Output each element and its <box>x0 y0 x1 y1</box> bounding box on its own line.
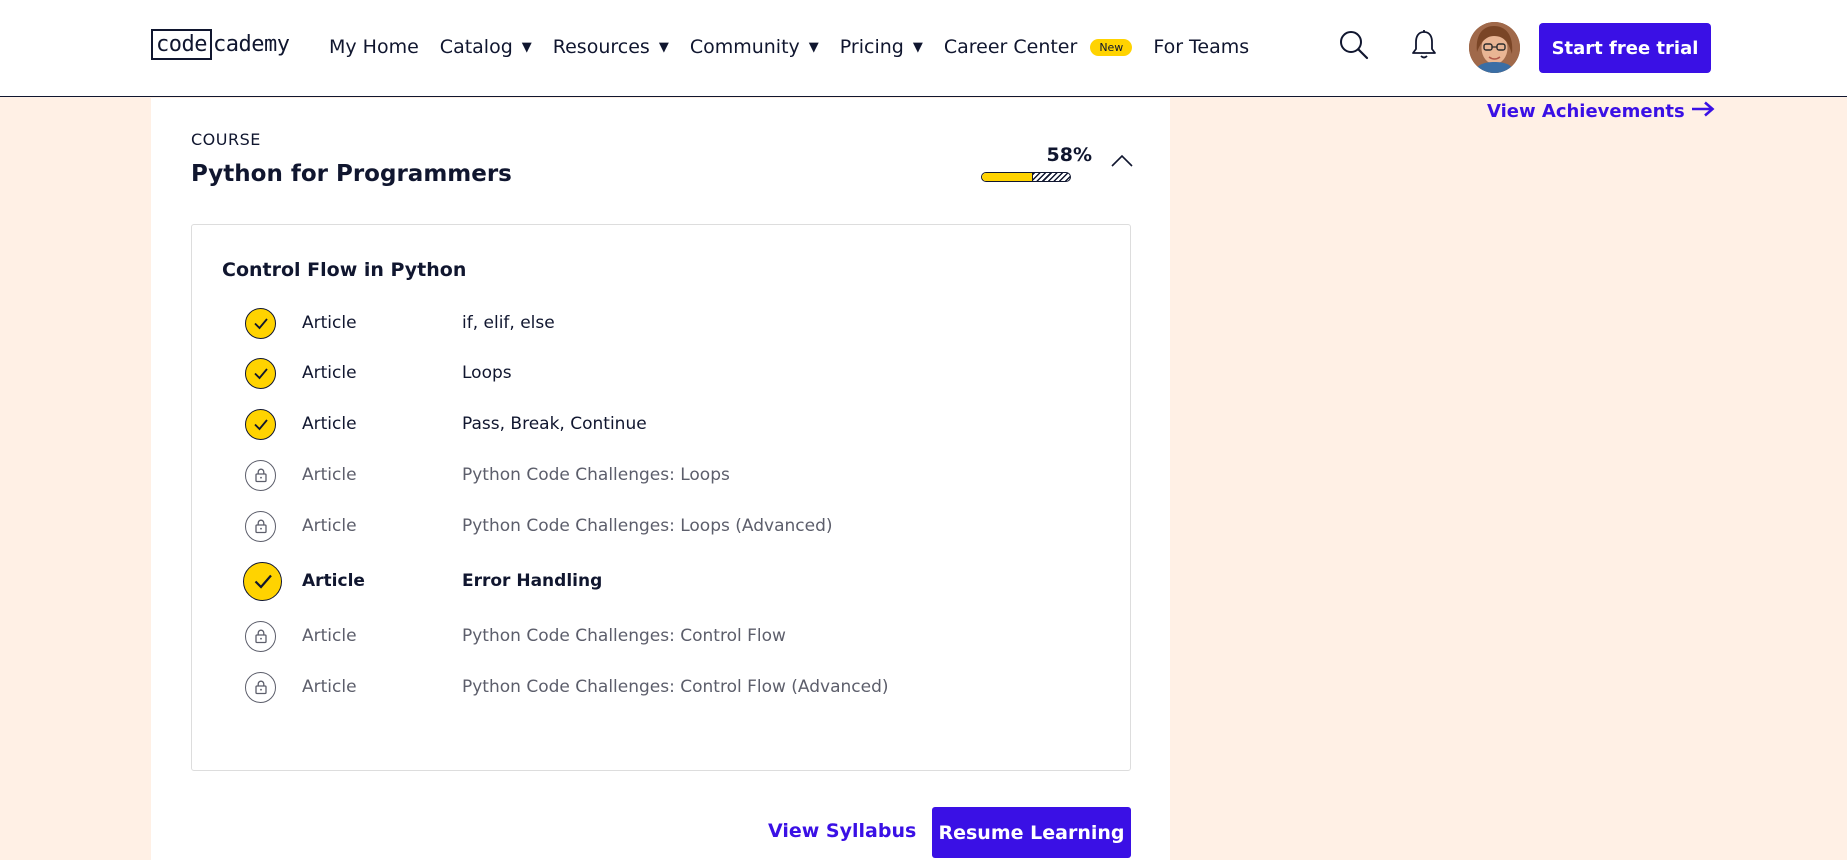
nav-career-center-label: Career Center <box>943 36 1078 58</box>
course-title: Python for Programmers <box>191 161 512 187</box>
lock-icon <box>245 459 276 491</box>
top-navbar: code cademy My Home Catalog ▼ Resources ▼… <box>0 0 1847 97</box>
view-achievements-link[interactable]: View Achievements <box>1487 101 1715 122</box>
lesson-name: Pass, Break, Continue <box>462 414 647 434</box>
caret-down-icon: ▼ <box>658 39 669 55</box>
check-icon <box>245 408 276 440</box>
nav-my-home[interactable]: My Home <box>329 36 419 58</box>
lesson-name: if, elif, else <box>462 313 555 333</box>
view-achievements-label: View Achievements <box>1487 101 1685 122</box>
lesson-name: Python Code Challenges: Loops <box>462 465 730 485</box>
nav-community[interactable]: Community ▼ <box>690 36 819 58</box>
arrow-right-icon <box>1691 101 1715 122</box>
nav-for-teams-label: For Teams <box>1153 36 1250 58</box>
resume-learning-button[interactable]: Resume Learning <box>932 807 1131 858</box>
lesson-name: Loops <box>462 363 512 383</box>
lesson-row-current[interactable]: Article Error Handling <box>192 561 1130 601</box>
lock-icon <box>245 671 276 703</box>
lesson-type: Article <box>302 465 357 485</box>
lesson-row[interactable]: Article Loops <box>192 356 1130 390</box>
lesson-name: Error Handling <box>462 571 603 591</box>
lesson-name: Python Code Challenges: Loops (Advanced) <box>462 516 833 536</box>
caret-down-icon: ▼ <box>912 39 923 55</box>
check-icon <box>243 561 282 601</box>
lesson-type: Article <box>302 626 357 646</box>
lesson-type: Article <box>302 571 365 591</box>
bell-icon[interactable] <box>1407 28 1441 62</box>
lesson-row[interactable]: Article if, elif, else <box>192 306 1130 340</box>
logo-code-text: code <box>151 29 212 60</box>
nav-community-label: Community <box>689 36 800 58</box>
nav-resources[interactable]: Resources ▼ <box>553 36 669 58</box>
nav-career-center[interactable]: Career Center New <box>943 36 1133 58</box>
nav-resources-label: Resources <box>552 36 650 58</box>
lock-icon <box>245 510 276 542</box>
nav-my-home-label: My Home <box>329 36 419 58</box>
nav-pricing-label: Pricing <box>839 36 904 58</box>
nav-catalog-label: Catalog <box>439 36 513 58</box>
progress-bar <box>981 172 1071 182</box>
lesson-type: Article <box>302 516 357 536</box>
new-badge: New <box>1090 38 1133 56</box>
nav-catalog[interactable]: Catalog ▼ <box>440 36 532 58</box>
lesson-row[interactable]: Article Python Code Challenges: Control … <box>192 670 1130 704</box>
nav-pricing[interactable]: Pricing ▼ <box>840 36 923 58</box>
check-icon <box>245 357 276 389</box>
caret-down-icon: ▼ <box>808 39 819 55</box>
avatar[interactable] <box>1469 22 1520 73</box>
chevron-up-icon[interactable] <box>1109 148 1135 174</box>
lesson-type: Article <box>302 414 357 434</box>
lesson-row[interactable]: Article Pass, Break, Continue <box>192 407 1130 441</box>
lesson-name: Python Code Challenges: Control Flow <box>462 626 786 646</box>
view-syllabus-link[interactable]: View Syllabus <box>768 820 916 842</box>
module-title: Control Flow in Python <box>222 259 467 281</box>
search-icon[interactable] <box>1337 28 1371 62</box>
module-panel: Control Flow in Python Article if, elif,… <box>191 224 1131 771</box>
progress-fill <box>982 173 1034 181</box>
nav-for-teams[interactable]: For Teams <box>1153 36 1249 58</box>
course-card: COURSE Python for Programmers 58% Contro… <box>151 98 1170 860</box>
progress-percent: 58% <box>1046 144 1092 166</box>
lesson-row[interactable]: Article Python Code Challenges: Loops <box>192 458 1130 492</box>
logo-cademy-text: cademy <box>212 32 290 57</box>
caret-down-icon: ▼ <box>521 39 532 55</box>
lesson-type: Article <box>302 677 357 697</box>
main-nav: My Home Catalog ▼ Resources ▼ Community … <box>329 34 1249 60</box>
codecademy-logo[interactable]: code cademy <box>151 29 290 60</box>
lesson-row[interactable]: Article Python Code Challenges: Control … <box>192 619 1130 653</box>
lesson-type: Article <box>302 363 357 383</box>
check-icon <box>245 307 276 339</box>
lock-icon <box>245 620 276 652</box>
lesson-row[interactable]: Article Python Code Challenges: Loops (A… <box>192 509 1130 543</box>
course-label: COURSE <box>191 130 261 149</box>
lesson-name: Python Code Challenges: Control Flow (Ad… <box>462 677 889 697</box>
lesson-type: Article <box>302 313 357 333</box>
start-free-trial-button[interactable]: Start free trial <box>1539 23 1711 73</box>
